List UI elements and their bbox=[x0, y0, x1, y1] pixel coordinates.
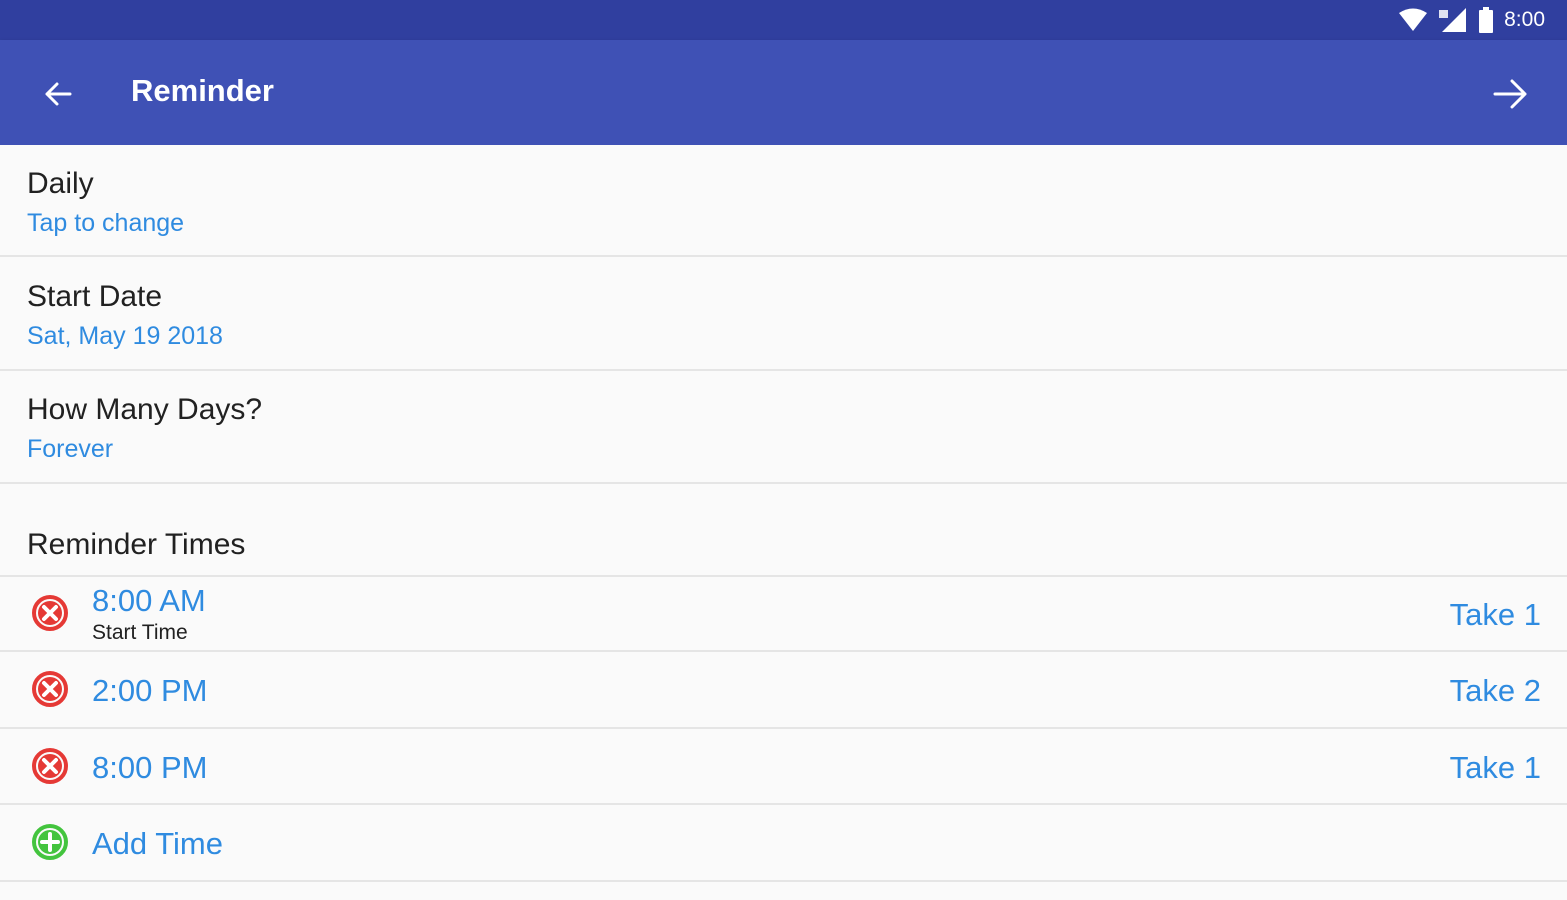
reminder-time-row[interactable]: 2:00 PM Take 2 bbox=[0, 652, 1567, 729]
reminder-time-row[interactable]: 8:00 AM Start Time Take 1 bbox=[0, 575, 1567, 652]
arrow-right-icon bbox=[1493, 79, 1527, 109]
add-time-label[interactable]: Add Time bbox=[92, 826, 223, 862]
status-time: 8:00 bbox=[1504, 8, 1545, 31]
start-date-value: Sat, May 19 2018 bbox=[27, 322, 223, 350]
add-time-row[interactable]: Add Time bbox=[0, 805, 1567, 882]
reminder-take-value[interactable]: Take 2 bbox=[1450, 673, 1541, 709]
reminder-take-value[interactable]: Take 1 bbox=[1450, 750, 1541, 786]
wifi-icon bbox=[1399, 8, 1428, 31]
reminder-times-header: Reminder Times bbox=[27, 528, 246, 561]
start-date-setting[interactable]: Start Date Sat, May 19 2018 bbox=[0, 257, 1567, 371]
reminder-time-value[interactable]: 8:00 PM bbox=[92, 750, 207, 786]
status-icons: 8:00 bbox=[1398, 6, 1545, 34]
duration-setting[interactable]: How Many Days? Forever bbox=[0, 371, 1567, 484]
back-button[interactable] bbox=[38, 74, 78, 114]
add-circle-icon[interactable] bbox=[31, 823, 69, 861]
battery-icon bbox=[1479, 7, 1494, 33]
frequency-setting[interactable]: Daily Tap to change bbox=[0, 145, 1567, 257]
reminder-time-value[interactable]: 8:00 AM bbox=[92, 583, 206, 619]
next-button[interactable] bbox=[1489, 72, 1533, 116]
page-title: Reminder bbox=[131, 73, 274, 108]
status-bar: 8:00 bbox=[0, 0, 1567, 40]
duration-title: How Many Days? bbox=[27, 393, 263, 426]
frequency-value: Tap to change bbox=[27, 209, 185, 237]
reminder-time-row[interactable]: 8:00 PM Take 1 bbox=[0, 729, 1567, 805]
app-bar: Reminder bbox=[0, 40, 1567, 145]
arrow-left-icon bbox=[45, 82, 72, 106]
duration-value: Forever bbox=[27, 435, 114, 463]
remove-circle-icon[interactable] bbox=[31, 594, 69, 632]
reminder-time-subtitle: Start Time bbox=[92, 621, 188, 644]
start-date-title: Start Date bbox=[27, 280, 163, 313]
remove-circle-icon[interactable] bbox=[31, 747, 69, 785]
remove-circle-icon[interactable] bbox=[31, 670, 69, 708]
frequency-title: Daily bbox=[27, 167, 94, 200]
reminder-take-value[interactable]: Take 1 bbox=[1450, 597, 1541, 633]
signal-icon bbox=[1439, 8, 1467, 32]
reminder-time-value[interactable]: 2:00 PM bbox=[92, 673, 207, 709]
